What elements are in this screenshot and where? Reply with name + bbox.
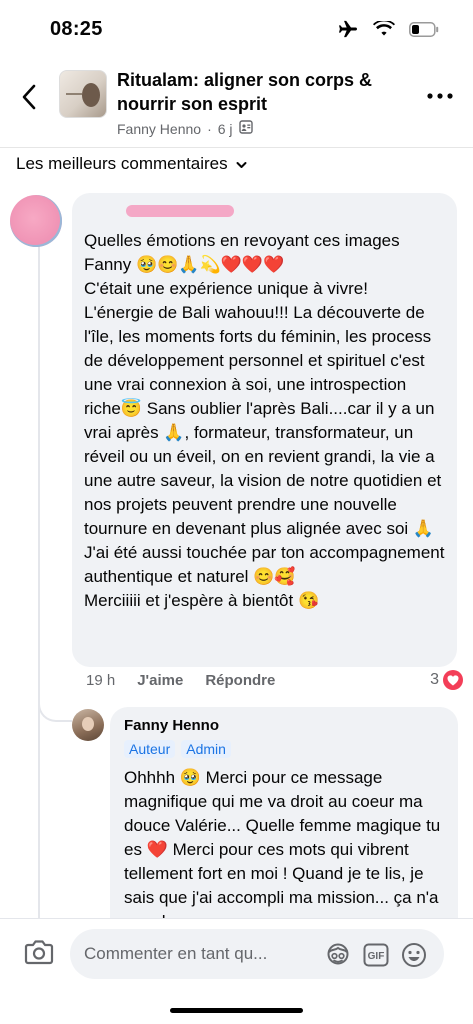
reply-author-name[interactable]: Fanny Henno bbox=[124, 717, 444, 734]
comment-time: 19 h bbox=[86, 672, 116, 689]
post-author[interactable]: Fanny Henno bbox=[117, 121, 201, 137]
thread-connector bbox=[38, 232, 40, 922]
reaction-count: 3 bbox=[430, 671, 439, 688]
thumbnail-text-mark bbox=[66, 93, 82, 95]
group-visibility-icon bbox=[238, 120, 253, 137]
heart-icon bbox=[443, 670, 463, 690]
emoji-icon[interactable] bbox=[400, 941, 428, 969]
thread-connector-curve bbox=[38, 682, 72, 722]
comment-input-container[interactable]: GIF bbox=[70, 929, 444, 979]
more-options-button[interactable] bbox=[425, 86, 455, 106]
comment-input[interactable] bbox=[84, 929, 304, 979]
post-header: Ritualam: aligner son corps & nourrir so… bbox=[0, 60, 473, 148]
reaction-summary[interactable]: 3 bbox=[430, 670, 463, 690]
more-icon bbox=[427, 93, 453, 99]
battery-icon bbox=[409, 21, 439, 42]
like-button[interactable]: J'aime bbox=[137, 672, 183, 689]
back-button[interactable] bbox=[14, 80, 44, 114]
meta-separator: · bbox=[207, 120, 212, 137]
comment-sort-dropdown[interactable]: Les meilleurs commentaires bbox=[16, 154, 247, 174]
back-icon bbox=[22, 84, 36, 110]
avatar[interactable] bbox=[10, 195, 62, 247]
comment-text: Quelles émotions en revoyant ces images … bbox=[84, 231, 445, 610]
composer-icons: GIF bbox=[324, 941, 428, 969]
admin-badge: Admin bbox=[181, 740, 231, 758]
status-icons bbox=[337, 19, 439, 43]
post-age: 6 j bbox=[217, 120, 233, 137]
post-meta: Fanny Henno · 6 j bbox=[117, 120, 253, 137]
reply-text: Ohhhh 🥹 Merci pour ce message magnifique… bbox=[124, 768, 441, 931]
reply-button[interactable]: Répondre bbox=[205, 672, 275, 689]
reply-avatar[interactable] bbox=[72, 709, 104, 741]
post-title[interactable]: Ritualam: aligner son corps & nourrir so… bbox=[117, 68, 407, 116]
camera-button[interactable] bbox=[24, 939, 56, 969]
avatar-sticker-icon[interactable] bbox=[324, 941, 352, 969]
camera-icon bbox=[24, 940, 54, 965]
avatar-face bbox=[82, 717, 94, 731]
airplane-icon bbox=[337, 20, 359, 43]
group-thumbnail[interactable] bbox=[59, 70, 107, 118]
comment-bubble[interactable]: Quelles émotions en revoyant ces images … bbox=[72, 193, 457, 667]
author-badges: Auteur Admin bbox=[124, 740, 444, 758]
sort-label: Les meilleurs commentaires bbox=[16, 154, 228, 173]
reply-bubble[interactable]: Fanny Henno Auteur Admin Ohhhh 🥹 Merci p… bbox=[110, 707, 458, 937]
chevron-down-icon bbox=[236, 154, 247, 174]
redacted-commenter-name bbox=[126, 205, 234, 217]
author-badge: Auteur bbox=[124, 740, 176, 758]
status-bar: 08:25 bbox=[0, 0, 473, 60]
comment-actions: 19 h J'aime Répondre bbox=[86, 672, 275, 689]
home-indicator bbox=[170, 1008, 303, 1013]
status-time: 08:25 bbox=[50, 18, 103, 40]
thumbnail-portrait bbox=[82, 83, 100, 107]
svg-text:GIF: GIF bbox=[368, 951, 385, 962]
gif-icon[interactable]: GIF bbox=[362, 941, 390, 969]
wifi-icon bbox=[373, 19, 395, 42]
